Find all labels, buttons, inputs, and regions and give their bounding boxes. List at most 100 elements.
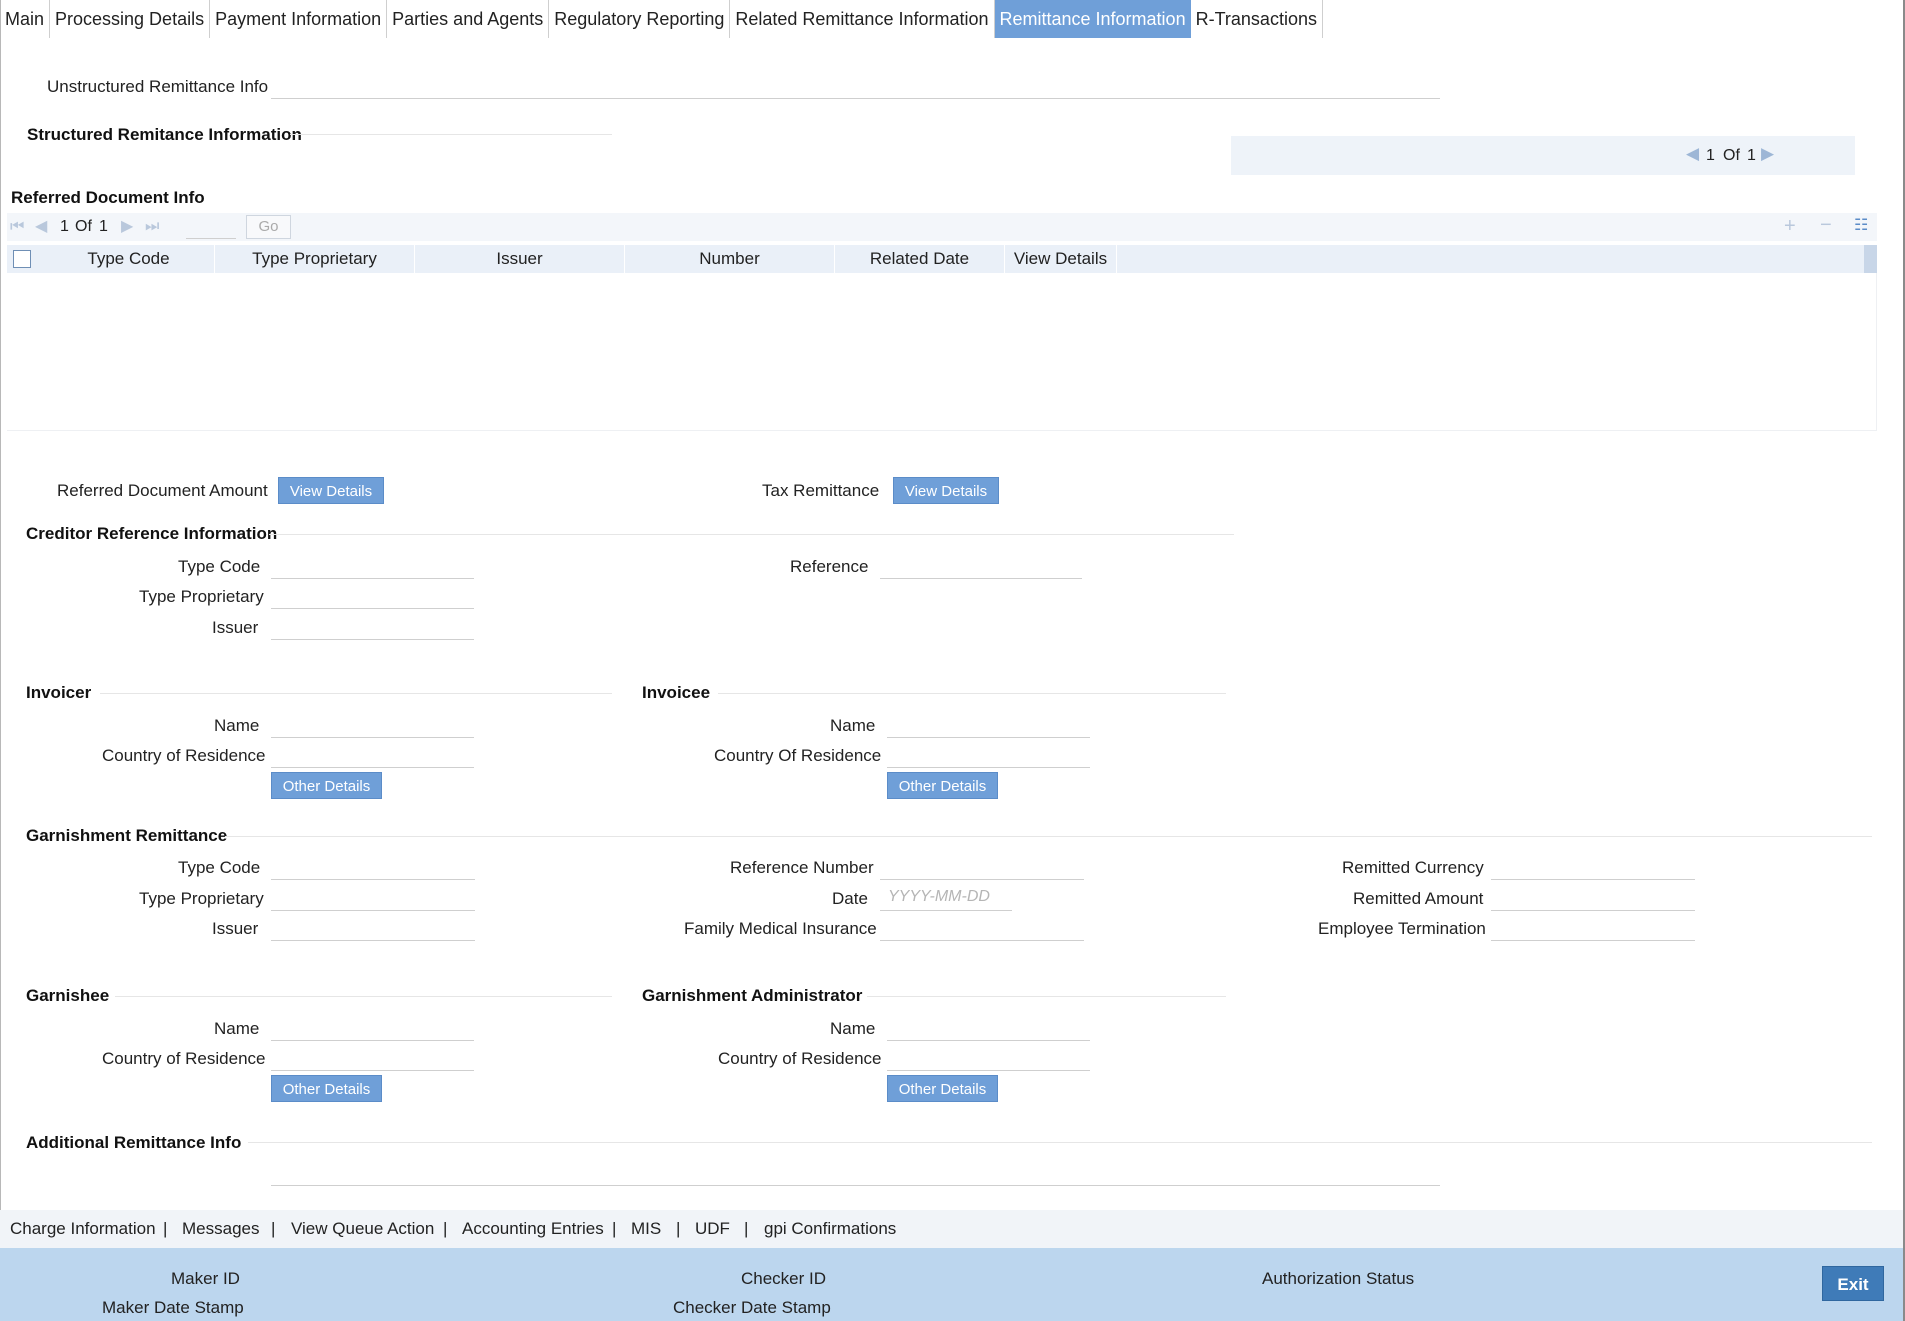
invoicer-title: Invoicer [26, 683, 92, 702]
section-divider [115, 996, 612, 997]
invoicee-country-input[interactable] [887, 740, 1090, 768]
structured-remittance-title: Structured Remitance Information [27, 125, 302, 144]
invoicer-country-label: Country of Residence [102, 746, 266, 765]
structured-pager: ◀ 1 Of 1 ▶ [1231, 136, 1855, 175]
referred-document-amount-label: Referred Document Amount [57, 481, 268, 500]
first-page-icon[interactable]: ⏮ [10, 219, 24, 235]
creditor-reference-input[interactable] [880, 551, 1082, 579]
link-mis[interactable]: MIS [631, 1219, 661, 1239]
column-header-issuer[interactable]: Issuer [415, 245, 625, 273]
creditor-issuer-input[interactable] [271, 612, 474, 640]
referred-doc-pager-of: Of [75, 218, 92, 235]
tax-remittance-label: Tax Remittance [762, 481, 880, 500]
tab-main[interactable]: Main [0, 0, 51, 38]
garnishment-date-input[interactable] [880, 883, 1012, 911]
garnishment-admin-name-label: Name [830, 1019, 876, 1038]
link-gpi-confirmations[interactable]: gpi Confirmations [764, 1219, 896, 1239]
referred-document-info-title: Referred Document Info [11, 188, 205, 207]
referred-doc-table-header: Type Code Type Proprietary Issuer Number… [7, 245, 1868, 273]
link-separator: | [612, 1219, 617, 1238]
add-row-icon[interactable]: + [1784, 216, 1796, 236]
audit-footer: Maker ID Maker Date Stamp Checker ID Che… [0, 1248, 1903, 1321]
structured-pager-of: Of [1723, 147, 1740, 164]
link-messages[interactable]: Messages [182, 1219, 259, 1239]
checker-date-stamp-label: Checker Date Stamp [673, 1298, 831, 1317]
tax-remittance-view-details-button[interactable]: View Details [893, 477, 999, 504]
unstructured-remittance-input[interactable] [271, 71, 1440, 99]
previous-page-icon[interactable]: ◀ [35, 219, 47, 235]
link-accounting-entries[interactable]: Accounting Entries [462, 1219, 604, 1239]
tab-regulatory-reporting[interactable]: Regulatory Reporting [549, 0, 731, 38]
maker-date-stamp-label: Maker Date Stamp [102, 1298, 244, 1317]
column-header-related-date[interactable]: Related Date [835, 245, 1005, 273]
garnishment-reference-number-input[interactable] [880, 852, 1084, 880]
referred-document-amount-view-details-button[interactable]: View Details [278, 477, 384, 504]
link-separator: | [744, 1219, 749, 1238]
garnishment-admin-name-input[interactable] [887, 1013, 1090, 1041]
column-header-number[interactable]: Number [625, 245, 835, 273]
garnishment-issuer-input[interactable] [271, 913, 475, 941]
invoicer-name-label: Name [214, 716, 260, 735]
tab-processing-details[interactable]: Processing Details [50, 0, 211, 38]
delete-row-icon[interactable]: − [1820, 215, 1832, 235]
column-header-type-proprietary[interactable]: Type Proprietary [215, 245, 415, 273]
tab-r-transactions[interactable]: R-Transactions [1191, 0, 1323, 38]
last-page-icon[interactable]: ⏭ [145, 219, 159, 235]
family-medical-insurance-input[interactable] [880, 913, 1084, 941]
invoicee-name-input[interactable] [887, 710, 1090, 738]
remitted-amount-label: Remitted Amount [1353, 889, 1484, 908]
invoicer-name-input[interactable] [271, 710, 474, 738]
link-view-queue-action[interactable]: View Queue Action [291, 1219, 434, 1239]
garnishment-reference-number-label: Reference Number [730, 858, 874, 877]
next-record-icon[interactable]: ▶ [1761, 144, 1774, 164]
section-divider [867, 996, 1226, 997]
next-page-icon[interactable]: ▶ [121, 219, 133, 235]
tab-remittance-information[interactable]: Remittance Information [994, 0, 1191, 38]
additional-remittance-input[interactable] [271, 1158, 1440, 1186]
tab-parties-and-agents[interactable]: Parties and Agents [387, 0, 550, 38]
exit-button[interactable]: Exit [1822, 1266, 1884, 1301]
garnishment-admin-country-input[interactable] [887, 1043, 1090, 1071]
single-view-icon[interactable]: ☷ [1854, 218, 1868, 234]
column-header-view-details[interactable]: View Details [1005, 245, 1117, 273]
structured-pager-total: 1 [1747, 147, 1756, 164]
referred-doc-pager-total: 1 [99, 218, 108, 235]
family-medical-insurance-label: Family Medical Insurance [684, 919, 877, 938]
section-divider [269, 534, 1234, 535]
creditor-type-code-input[interactable] [271, 551, 474, 579]
previous-record-icon[interactable]: ◀ [1686, 144, 1699, 164]
link-separator: | [271, 1219, 276, 1238]
section-divider [248, 1142, 1872, 1143]
link-udf[interactable]: UDF [695, 1219, 730, 1239]
section-divider [290, 134, 612, 135]
garnishee-other-details-button[interactable]: Other Details [271, 1075, 382, 1102]
page-number-input[interactable] [186, 215, 236, 239]
creditor-type-proprietary-input[interactable] [271, 581, 474, 609]
garnishee-country-input[interactable] [271, 1043, 474, 1071]
section-divider [100, 693, 612, 694]
invoicer-other-details-button[interactable]: Other Details [271, 772, 382, 799]
invoicee-other-details-button[interactable]: Other Details [887, 772, 998, 799]
unstructured-remittance-label: Unstructured Remittance Info [47, 77, 269, 96]
remitted-amount-input[interactable] [1491, 883, 1695, 911]
table-scrollbar[interactable] [1864, 245, 1877, 273]
invoicer-country-input[interactable] [271, 740, 474, 768]
creditor-type-code-label: Type Code [178, 557, 261, 576]
tab-payment-information[interactable]: Payment Information [210, 0, 388, 38]
go-button[interactable]: Go [246, 215, 291, 239]
invoicee-title: Invoicee [642, 683, 711, 702]
garnishee-name-input[interactable] [271, 1013, 474, 1041]
remitted-currency-input[interactable] [1491, 852, 1695, 880]
link-separator: | [443, 1219, 448, 1238]
link-charge-information[interactable]: Charge Information [10, 1219, 156, 1239]
garnishment-type-proprietary-label: Type Proprietary [139, 889, 264, 908]
garnishment-type-code-input[interactable] [271, 852, 475, 880]
column-header-type-code[interactable]: Type Code [43, 245, 215, 273]
garnishment-type-proprietary-input[interactable] [271, 883, 475, 911]
garnishment-admin-other-details-button[interactable]: Other Details [887, 1075, 998, 1102]
employee-termination-input[interactable] [1491, 913, 1695, 941]
additional-remittance-title: Additional Remittance Info [26, 1133, 242, 1152]
garnishment-admin-country-label: Country of Residence [718, 1049, 882, 1068]
select-all-checkbox[interactable] [13, 250, 31, 268]
tab-related-remittance-information[interactable]: Related Remittance Information [730, 0, 995, 38]
